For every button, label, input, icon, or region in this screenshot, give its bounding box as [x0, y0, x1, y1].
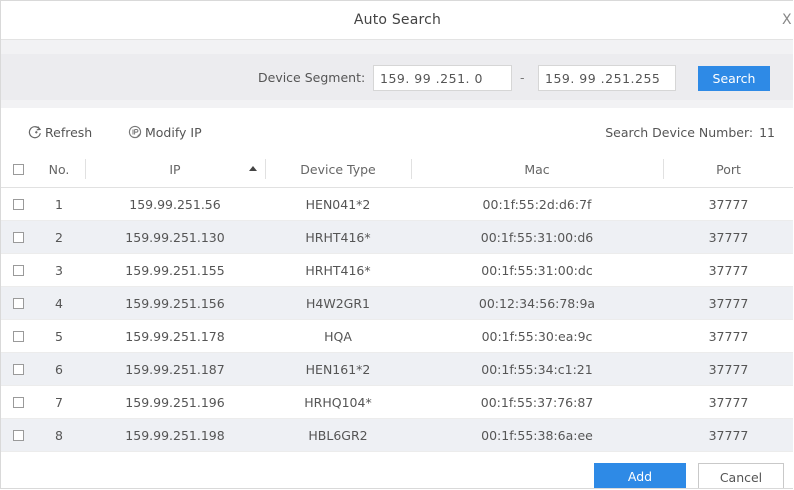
row-no: 7 [55, 394, 63, 410]
row-no: 8 [55, 427, 63, 443]
row-checkbox[interactable] [9, 320, 27, 352]
row-mac: 00:1f:55:31:00:dc [481, 262, 593, 278]
search-count-value: 11 [759, 125, 775, 140]
table-row[interactable]: 1 159.99.251.56 HEN041*2 00:1f:55:2d:d6:… [1, 188, 793, 221]
row-device-type: HQA [324, 328, 352, 344]
row-no: 1 [55, 196, 63, 212]
row-port: 37777 [708, 262, 749, 278]
row-port: 37777 [708, 328, 749, 344]
header-no: No. [48, 161, 70, 177]
ip-edit-icon [127, 120, 143, 139]
checkbox-box [12, 330, 24, 342]
row-no: 2 [55, 229, 63, 245]
row-no: 6 [55, 361, 63, 377]
modify-ip-button[interactable]: Modify IP [127, 117, 202, 149]
checkbox-box [12, 231, 24, 243]
dialog-title: Auto Search [353, 12, 442, 28]
modify-ip-label: Modify IP [145, 125, 202, 140]
header-device-type: Device Type [300, 161, 376, 177]
row-device-type: H4W2GR1 [306, 295, 370, 311]
search-device-count: Search Device Number: 11 [605, 117, 775, 149]
table-row[interactable]: 4 159.99.251.156 H4W2GR1 00:12:34:56:78:… [1, 287, 793, 320]
row-mac: 00:1f:55:31:00:d6 [480, 229, 594, 245]
checkbox-box [12, 163, 24, 175]
refresh-button[interactable]: Refresh [27, 117, 92, 149]
cancel-button[interactable]: Cancel [698, 463, 784, 488]
row-ip: 159.99.251.130 [125, 229, 225, 245]
row-port: 37777 [708, 295, 749, 311]
checkbox-box [12, 297, 24, 309]
row-mac: 00:12:34:56:78:9a [478, 295, 596, 311]
row-checkbox[interactable] [9, 188, 27, 220]
row-ip: 159.99.251.178 [125, 328, 225, 344]
row-checkbox[interactable] [9, 386, 27, 418]
refresh-label: Refresh [45, 125, 93, 140]
search-count-label: Search Device Number: [605, 125, 754, 140]
refresh-icon [27, 120, 43, 139]
row-no: 5 [55, 328, 63, 344]
row-checkbox[interactable] [9, 353, 27, 385]
search-button[interactable]: Search [698, 66, 770, 91]
header-port: Port [716, 161, 741, 177]
table-header: No. IP Device Type Mac Port [1, 151, 793, 188]
row-checkbox[interactable] [9, 419, 27, 451]
table-row[interactable]: 8 159.99.251.198 HBL6GR2 00:1f:55:38:6a:… [1, 419, 793, 452]
device-segment-label: Device Segment: [258, 70, 366, 85]
row-ip: 159.99.251.155 [125, 262, 225, 278]
segment-end-input[interactable]: 159. 99 .251.255 [538, 65, 676, 91]
row-device-type: HBL6GR2 [308, 427, 368, 443]
table-row[interactable]: 3 159.99.251.155 HRHT416* 00:1f:55:31:00… [1, 254, 793, 287]
row-mac: 00:1f:55:2d:d6:7f [482, 196, 592, 212]
row-port: 37777 [708, 229, 749, 245]
checkbox-box [12, 198, 24, 210]
row-port: 37777 [708, 196, 749, 212]
row-mac: 00:1f:55:30:ea:9c [481, 328, 593, 344]
row-mac: 00:1f:55:37:76:87 [480, 394, 594, 410]
row-checkbox[interactable] [9, 254, 27, 286]
checkbox-box [12, 363, 24, 375]
row-checkbox[interactable] [9, 221, 27, 253]
row-ip: 159.99.251.56 [129, 196, 221, 212]
row-ip: 159.99.251.198 [125, 427, 225, 443]
row-mac: 00:1f:55:34:c1:21 [481, 361, 593, 377]
device-table: No. IP Device Type Mac Port 1 159.99.251… [1, 151, 793, 452]
table-row[interactable]: 6 159.99.251.187 HEN161*2 00:1f:55:34:c1… [1, 353, 793, 386]
sort-ascending-icon [249, 166, 257, 171]
header-ip-label: IP [169, 161, 181, 177]
header-ip[interactable]: IP [85, 151, 265, 187]
add-button[interactable]: Add [594, 463, 686, 488]
row-no: 4 [55, 295, 63, 311]
close-icon[interactable]: X [782, 1, 793, 39]
checkbox-box [12, 396, 24, 408]
row-device-type: HEN041*2 [305, 196, 371, 212]
table-row[interactable]: 2 159.99.251.130 HRHT416* 00:1f:55:31:00… [1, 221, 793, 254]
row-device-type: HEN161*2 [305, 361, 371, 377]
row-port: 37777 [708, 427, 749, 443]
row-port: 37777 [708, 361, 749, 377]
row-ip: 159.99.251.156 [125, 295, 225, 311]
row-ip: 159.99.251.196 [125, 394, 225, 410]
auto-search-dialog: Auto Search X Device Segment: 159. 99 .2… [0, 0, 793, 489]
row-no: 3 [55, 262, 63, 278]
checkbox-box [12, 264, 24, 276]
segment-start-input[interactable]: 159. 99 .251. 0 [373, 65, 512, 91]
row-ip: 159.99.251.187 [125, 361, 225, 377]
header-mac: Mac [524, 161, 550, 177]
title-bar: Auto Search X [1, 1, 793, 40]
table-row[interactable]: 5 159.99.251.178 HQA 00:1f:55:30:ea:9c 3… [1, 320, 793, 353]
row-device-type: HRHQ104* [304, 394, 372, 410]
select-all-checkbox[interactable] [9, 151, 27, 187]
table-row[interactable]: 7 159.99.251.196 HRHQ104* 00:1f:55:37:76… [1, 386, 793, 419]
row-port: 37777 [708, 394, 749, 410]
segment-dash: - [520, 70, 525, 85]
row-mac: 00:1f:55:38:6a:ee [481, 427, 593, 443]
row-device-type: HRHT416* [305, 262, 371, 278]
checkbox-box [12, 429, 24, 441]
row-checkbox[interactable] [9, 287, 27, 319]
row-device-type: HRHT416* [305, 229, 371, 245]
